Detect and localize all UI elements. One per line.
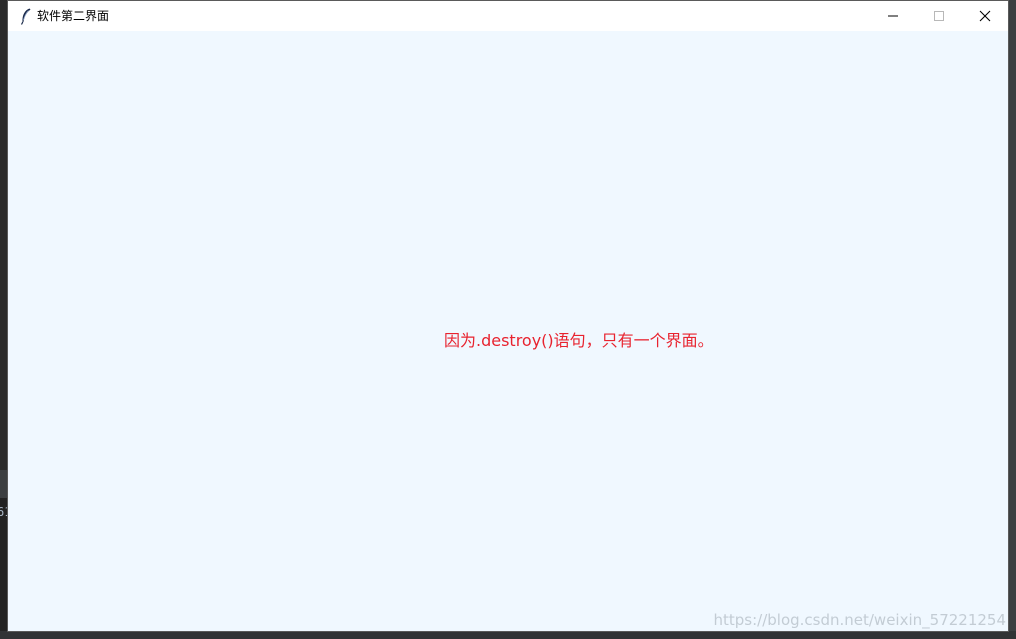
close-icon (979, 10, 991, 22)
maximize-icon (934, 11, 944, 21)
minimize-icon (888, 15, 898, 17)
title-bar[interactable]: 软件第二界面 (8, 1, 1008, 31)
ide-left-edge (0, 0, 8, 639)
maximize-button[interactable] (916, 1, 962, 31)
minimize-button[interactable] (870, 1, 916, 31)
close-button[interactable] (962, 1, 1008, 31)
message-label: 因为.destroy()语句，只有一个界面。 (444, 331, 714, 350)
ide-panel-divider (0, 470, 8, 498)
feather-icon (20, 8, 31, 25)
watermark-text: https://blog.csdn.net/weixin_57221254 (713, 611, 1006, 629)
window-title: 软件第二界面 (37, 9, 110, 23)
ide-right-edge (1008, 0, 1016, 639)
window-client-area: 因为.destroy()语句，只有一个界面。 https://blog.csdn… (8, 31, 1008, 631)
app-window: 软件第二界面 因为.destroy()语句，只有一个界面。 https://bl… (8, 1, 1008, 631)
ide-bottom-edge (0, 631, 1016, 639)
ide-console-panel (0, 498, 8, 639)
